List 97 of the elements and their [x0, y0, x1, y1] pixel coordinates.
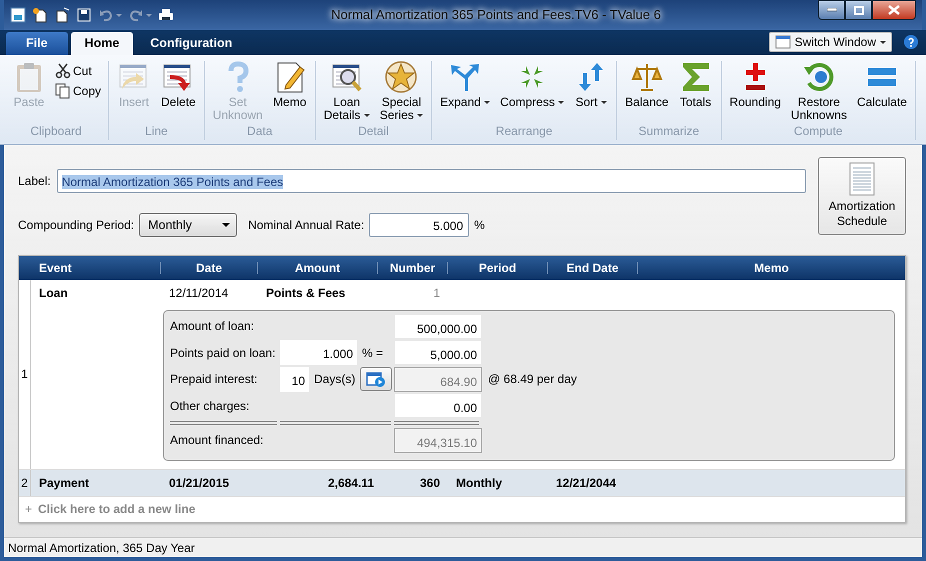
- amount-field[interactable]: 5,000.00: [394, 340, 482, 366]
- label-field[interactable]: Normal Amortization 365 Points and Fees: [56, 169, 806, 193]
- circular-arrow-icon: [802, 61, 835, 93]
- ribbon-button[interactable]: Copy: [53, 81, 104, 101]
- close-button[interactable]: [872, 0, 916, 20]
- ribbon-button[interactable]: Restore Unknowns: [788, 61, 850, 122]
- help-icon[interactable]: [904, 35, 918, 49]
- column-header[interactable]: Memo: [638, 262, 905, 274]
- column-header[interactable]: Amount: [258, 262, 378, 274]
- amount-field[interactable]: 0.00: [394, 393, 482, 418]
- table-cell-text: 1: [432, 285, 441, 302]
- ribbon-button[interactable]: Calculate: [854, 61, 910, 109]
- ribbon-button[interactable]: Expand: [437, 61, 494, 109]
- calendar-button[interactable]: [360, 367, 392, 392]
- copy-icon: [55, 83, 71, 99]
- ribbon-button[interactable]: Loan Details: [320, 61, 373, 122]
- rate-field[interactable]: 5.000: [369, 213, 470, 237]
- table-cell-text: Payment: [38, 474, 90, 492]
- caret-icon[interactable]: [146, 14, 152, 16]
- amount-field[interactable]: 684.90: [394, 366, 482, 392]
- amount-field[interactable]: 494,315.10: [394, 428, 482, 453]
- star-icon: [385, 61, 418, 93]
- status-text: Normal Amortization, 365 Day Year: [4, 537, 922, 557]
- table-cell-text: 12/21/2044: [555, 474, 618, 492]
- calendar-icon: [366, 371, 386, 388]
- group-label: Clipboard: [29, 123, 83, 140]
- compounding-dropdown[interactable]: Monthly: [139, 213, 238, 237]
- table-cell-text: 01/21/2015: [168, 474, 230, 492]
- field-label: Nominal Annual Rate:: [248, 217, 364, 234]
- table-cell-text: Points & Fees: [265, 285, 346, 302]
- table-cell-text: 2,684.11: [326, 474, 375, 492]
- table-cell-text: Monthly: [455, 474, 503, 492]
- group-label: Rearrange: [494, 123, 554, 140]
- column-header[interactable]: Event: [31, 262, 161, 274]
- unit-label: %: [474, 217, 485, 234]
- field-label: Label:: [18, 173, 51, 190]
- caret-icon: [880, 40, 886, 44]
- ribbon-button[interactable]: Special Series: [376, 61, 426, 122]
- ribbon-button[interactable]: Sort: [571, 61, 612, 109]
- minimize-icon: [826, 8, 836, 12]
- field-label: Compounding Period:: [18, 217, 134, 234]
- ribbon-button[interactable]: Rounding: [726, 61, 784, 109]
- per-day-note: @ 68.49 per day: [488, 371, 578, 388]
- group-label: Compute: [792, 123, 844, 140]
- window-title: Normal Amortization 365 Points and Fees.TV6 - TValue 6: [330, 6, 662, 24]
- app-icon: [10, 7, 26, 23]
- ribbon-button[interactable]: Cut: [53, 61, 104, 81]
- close-icon: [888, 5, 900, 15]
- save-icon[interactable]: [76, 7, 92, 23]
- table-row[interactable]: 2 Payment 01/21/2015 2,684.11 360 Monthly 12/21/2044: [19, 470, 905, 496]
- detail-label: Points paid on loan:: [170, 344, 276, 362]
- points-field[interactable]: 1.000: [280, 340, 357, 366]
- group-label: Line: [144, 123, 169, 140]
- unit-label: Days(s): [314, 371, 356, 388]
- maximize-icon: [854, 6, 864, 14]
- scales-icon: [630, 61, 663, 93]
- caret-icon[interactable]: [116, 14, 122, 16]
- column-header[interactable]: Number: [378, 262, 448, 274]
- maximize-button[interactable]: [845, 0, 872, 20]
- column-header[interactable]: End Date: [548, 262, 638, 274]
- table-cell-text: 12/11/2014: [168, 285, 230, 302]
- group-label: Data: [246, 123, 274, 140]
- group-label: Summarize: [638, 123, 700, 140]
- ribbon-button[interactable]: Delete: [158, 61, 199, 109]
- column-header[interactable]: Date: [161, 262, 258, 274]
- detail-label: Amount of loan:: [170, 318, 256, 336]
- ribbon-button[interactable]: Compress: [497, 61, 568, 109]
- window-icon: [774, 35, 791, 49]
- open-file-icon[interactable]: [54, 7, 70, 23]
- days-field[interactable]: 10: [280, 366, 309, 392]
- group-label: Detail: [357, 123, 390, 140]
- new-file-icon[interactable]: [32, 7, 48, 23]
- detail-label: Prepaid interest:: [170, 371, 258, 388]
- file-menu-button[interactable]: File: [6, 32, 68, 55]
- minimize-button[interactable]: [818, 0, 845, 20]
- plus-icon: +: [25, 500, 32, 518]
- equation-label: % =: [362, 344, 384, 362]
- table-row[interactable]: 1 Loan 12/11/2014 Points & Fees 1 Amount of loan: 500,000.00 Points paid on loan: 1.000 % = 5,000.00 Prepaid interest: 10 Days(s) 684.90 @ 68.49 per day Other charges: 0.00 Amount financed: 494,315.10: [19, 280, 905, 470]
- document-icon: [849, 162, 875, 196]
- expand-arrows-icon: [449, 61, 482, 93]
- row-number: 1: [19, 280, 31, 468]
- column-header[interactable]: Period: [448, 262, 548, 274]
- scissors-icon: [55, 63, 71, 79]
- table-cell-text: Loan: [38, 285, 69, 302]
- ribbon-tab[interactable]: Configuration: [136, 32, 246, 55]
- detail-label: Amount financed:: [170, 432, 264, 450]
- ribbon-button[interactable]: Memo: [270, 61, 310, 109]
- table-cell-text: 360: [418, 474, 441, 492]
- amount-field[interactable]: 500,000.00: [394, 314, 482, 339]
- ribbon-button[interactable]: Totals: [676, 61, 716, 109]
- row-number: 2: [19, 470, 31, 496]
- ribbon-tab[interactable]: Home: [70, 32, 134, 55]
- ribbon-button[interactable]: Balance: [622, 61, 672, 109]
- print-icon[interactable]: [158, 7, 174, 23]
- switch-window-button[interactable]: Switch Window: [768, 32, 892, 52]
- detail-label: Other charges:: [170, 398, 250, 415]
- amortization-schedule-button[interactable]: Amortization Schedule: [818, 157, 906, 235]
